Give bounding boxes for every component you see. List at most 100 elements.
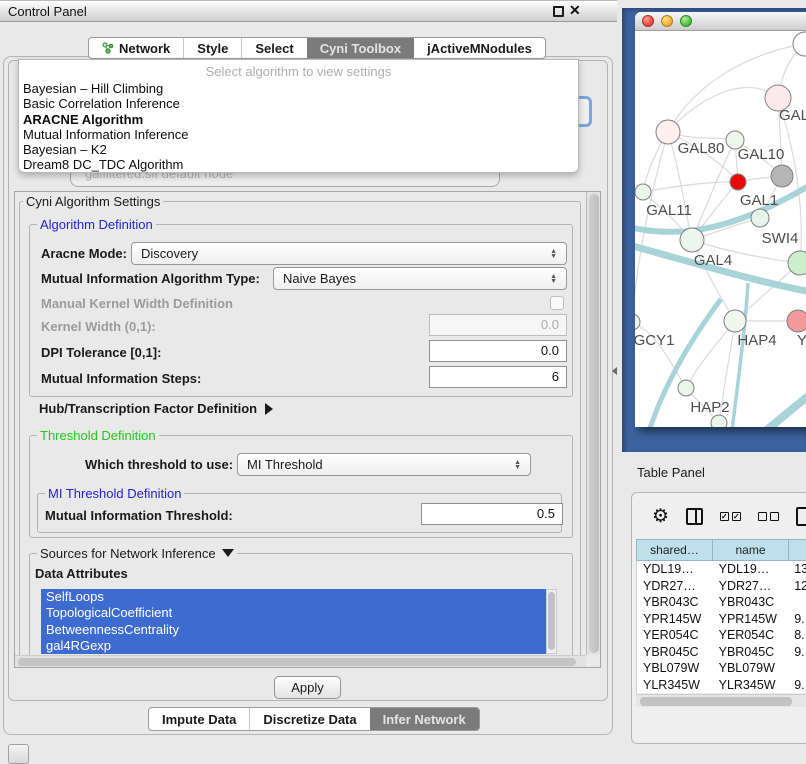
tab-infer-network[interactable]: Infer Network: [370, 708, 479, 730]
tab-jactivemnodules[interactable]: jActiveMNodules: [414, 38, 545, 58]
table-horizontal-scrollbar[interactable]: [636, 694, 806, 707]
network-edge[interactable]: [643, 182, 738, 192]
network-edge[interactable]: [686, 321, 735, 388]
sources-title[interactable]: Sources for Network Inference: [37, 546, 237, 561]
network-window[interactable]: GALGAL80GAL10GAL1GAL11SWI4GAL4GCY1HAP4YH…: [635, 12, 806, 427]
node-top-partial[interactable]: [793, 32, 806, 56]
network-edge[interactable]: [763, 389, 806, 427]
table-row[interactable]: YPR145WYPR145W9.: [637, 611, 806, 628]
unchecked-columns-icon[interactable]: [758, 512, 779, 521]
settings-horizontal-scrollbar[interactable]: [15, 655, 586, 667]
checked-columns-icon[interactable]: ✓✓: [720, 512, 741, 521]
settings-vertical-scrollbar[interactable]: [586, 192, 600, 655]
bottom-left-button[interactable]: [8, 744, 29, 764]
node-label: GAL10: [738, 146, 785, 163]
table-row[interactable]: YBR045CYBR045C9.: [637, 644, 806, 661]
tab-network[interactable]: Network: [89, 38, 183, 58]
node-gal80[interactable]: [656, 120, 680, 144]
table-row[interactable]: YER054CYER054C8.: [637, 627, 806, 644]
hub-section-label: Hub/Transcription Factor Definition: [39, 401, 257, 416]
node-hap4[interactable]: [724, 310, 746, 332]
dropdown-item[interactable]: Mutual Information Inference: [19, 127, 578, 142]
table-cell: YPR145W: [713, 611, 789, 628]
manual-kernel-checkbox[interactable]: [550, 296, 564, 310]
close-icon[interactable]: ✕: [569, 2, 581, 19]
attribute-list-item[interactable]: gal4RGexp: [41, 638, 546, 654]
node-salmon[interactable]: [787, 310, 806, 332]
network-edge[interactable]: [668, 87, 778, 132]
table-cell: 8.: [788, 627, 806, 644]
tab-discretize-data[interactable]: Discretize Data: [249, 708, 369, 730]
network-edge[interactable]: [732, 283, 748, 427]
which-threshold-combo[interactable]: MI Threshold ▲▼: [237, 453, 531, 476]
dropdown-item[interactable]: Dream8 DC_TDC Algorithm: [19, 157, 578, 172]
panel-collapse-arrow-icon[interactable]: [612, 367, 617, 375]
split-pane-icon[interactable]: [686, 508, 703, 525]
document-icon[interactable]: [796, 507, 806, 526]
control-panel-title: Control Panel: [8, 4, 87, 19]
mi-steps-field[interactable]: 6: [429, 366, 567, 388]
node-gal1[interactable]: [730, 174, 746, 190]
mi-threshold-field[interactable]: 0.5: [421, 503, 563, 525]
dpi-tolerance-field[interactable]: 0.0: [429, 340, 567, 362]
node-gray[interactable]: [771, 165, 793, 187]
algorithm-definition-title: Algorithm Definition: [37, 217, 156, 232]
settings-scrollpane: Cyni Algorithm Settings Algorithm Defini…: [14, 191, 601, 668]
tab-label: Impute Data: [162, 712, 236, 727]
tab-impute-data[interactable]: Impute Data: [149, 708, 249, 730]
tab-cyni-toolbox[interactable]: Cyni Toolbox: [307, 38, 414, 58]
table-row[interactable]: YBL079WYBL079W: [637, 660, 806, 677]
attribute-list-item[interactable]: BetweennessCentrality: [41, 622, 546, 638]
node-gal4[interactable]: [680, 228, 704, 252]
node-gal11[interactable]: [635, 184, 651, 200]
dropdown-item[interactable]: Bayesian – Hill Climbing: [19, 81, 578, 96]
table-cell: YBR045C: [713, 644, 789, 661]
table-column-header[interactable]: [788, 539, 806, 561]
node-label: GAL: [779, 107, 806, 124]
mi-steps-label: Mutual Information Steps:: [41, 371, 201, 386]
tab-style[interactable]: Style: [183, 38, 241, 58]
attribute-list-item[interactable]: SelfLoops: [41, 589, 546, 605]
tab-select[interactable]: Select: [241, 38, 306, 58]
dropdown-item[interactable]: Basic Correlation Inference: [19, 96, 578, 111]
node-green-mid[interactable]: [751, 209, 769, 227]
gear-icon[interactable]: ⚙: [652, 507, 669, 526]
network-window-titlebar[interactable]: [635, 12, 806, 31]
node-bottom-partial[interactable]: [711, 415, 727, 427]
data-attributes-list[interactable]: SelfLoopsTopologicalCoefficientBetweenne…: [41, 589, 546, 654]
tab-label: Discretize Data: [263, 712, 356, 727]
hub-section-toggle[interactable]: Hub/Transcription Factor Definition: [39, 401, 273, 416]
close-traffic-light-icon[interactable]: [642, 15, 654, 27]
table-header-row: shared…name: [636, 539, 806, 561]
network-canvas[interactable]: GALGAL80GAL10GAL1GAL11SWI4GAL4GCY1HAP4YH…: [635, 31, 806, 427]
node-gcy1[interactable]: [635, 314, 640, 330]
table-row[interactable]: YBR043CYBR043C: [637, 594, 806, 611]
apply-button[interactable]: Apply: [274, 676, 341, 699]
table-row[interactable]: YDL19…YDL19…13: [637, 561, 806, 578]
network-graph: GALGAL80GAL10GAL1GAL11SWI4GAL4GCY1HAP4YH…: [635, 31, 806, 427]
table-cell: YDR27…: [637, 578, 713, 595]
attributes-scrollbar[interactable]: [546, 589, 557, 654]
table-cell: YDL19…: [637, 561, 713, 578]
float-icon[interactable]: [553, 6, 564, 17]
table-row[interactable]: YLR345WYLR345W9.: [637, 677, 806, 694]
minimize-traffic-light-icon[interactable]: [661, 15, 673, 27]
control-panel-titlebar: Control Panel ✕: [0, 0, 617, 22]
attribute-list-item[interactable]: TopologicalCoefficient: [41, 605, 546, 621]
table-cell: 9.: [788, 611, 806, 628]
aracne-mode-combo[interactable]: Discovery ▲▼: [131, 242, 567, 265]
kernel-width-field[interactable]: 0.0: [429, 314, 567, 336]
table-cell: YER054C: [713, 627, 789, 644]
table-column-header[interactable]: shared…: [636, 539, 712, 561]
dropdown-item[interactable]: Bayesian – K2: [19, 142, 578, 157]
mi-type-combo[interactable]: Naive Bayes ▲▼: [273, 267, 567, 290]
collapsed-arrow-icon: [265, 403, 273, 415]
node-hap2[interactable]: [678, 380, 694, 396]
bottom-tabstrip: Impute Data Discretize Data Infer Network: [148, 707, 480, 731]
tab-label: Select: [255, 41, 293, 56]
table-column-header[interactable]: name: [712, 539, 788, 561]
dropdown-item[interactable]: ARACNE Algorithm: [19, 112, 578, 127]
table-row[interactable]: YDR27…YDR27…12: [637, 578, 806, 595]
zoom-traffic-light-icon[interactable]: [680, 15, 692, 27]
node-label: GCY1: [635, 332, 674, 349]
